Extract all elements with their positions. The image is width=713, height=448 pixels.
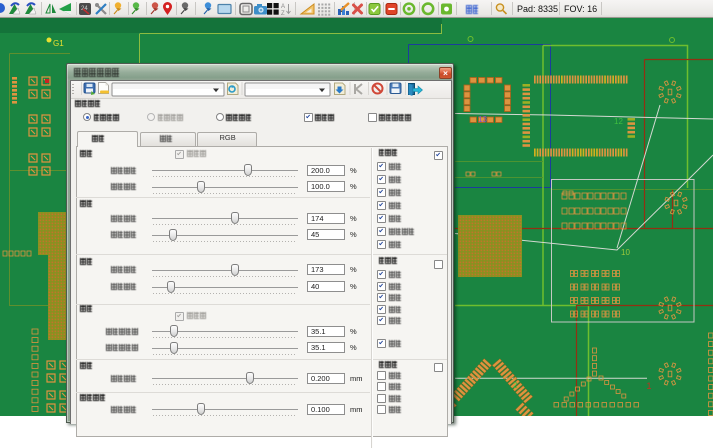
svg-text:12: 12 bbox=[614, 117, 623, 126]
svg-text:2: 2 bbox=[513, 381, 518, 390]
svg-text:Z: Z bbox=[281, 11, 285, 17]
svg-text:1: 1 bbox=[647, 381, 652, 391]
svg-text:G1: G1 bbox=[53, 39, 64, 48]
svg-text:A: A bbox=[281, 4, 285, 10]
svg-text:10: 10 bbox=[621, 248, 630, 257]
svg-text:13: 13 bbox=[478, 115, 487, 124]
